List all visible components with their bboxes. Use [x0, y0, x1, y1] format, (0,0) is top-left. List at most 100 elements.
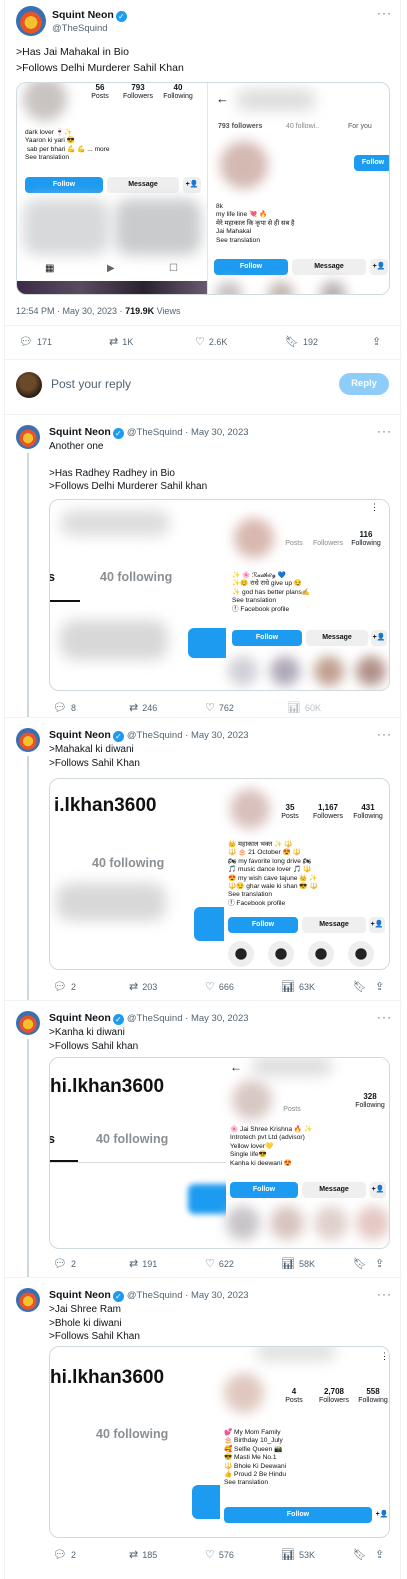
user-avatar[interactable] — [16, 372, 42, 398]
share-button[interactable]: ⇪ — [375, 1548, 384, 1561]
share-button[interactable]: ⇪ — [375, 1257, 384, 1270]
add-user-icon[interactable]: +👤 — [370, 259, 388, 275]
author-avatar[interactable] — [16, 1288, 40, 1312]
reply-input[interactable]: Post your reply — [51, 377, 131, 391]
reply-tweet[interactable]: Squint Neon ✓ @TheSquind · May 30, 2023 ·… — [5, 1001, 402, 1277]
story-highlight[interactable] — [268, 941, 294, 967]
like-button[interactable]: ♡ 666 — [205, 980, 234, 993]
tweet-date[interactable]: May 30, 2023 — [191, 730, 249, 741]
bookmark-button[interactable]: 🔖︎ 192 — [285, 335, 318, 348]
share-button[interactable]: ⇪ — [375, 980, 384, 993]
reply-tweet[interactable]: Squint Neon ✓ @TheSquind · May 30, 2023 ·… — [5, 1278, 402, 1579]
bookmark-button[interactable]: 🔖︎ — [353, 1548, 367, 1561]
author-name[interactable]: Squint Neon — [49, 729, 111, 741]
like-button[interactable]: ♡ 762 — [205, 701, 234, 714]
retweet-button[interactable]: ⇄ 191 — [129, 1257, 157, 1270]
tab-for-you[interactable]: For you — [348, 123, 372, 130]
reply-button[interactable]: 💬︎ 2 — [53, 1257, 76, 1270]
reply-button[interactable]: 💬︎ 8 — [53, 701, 76, 714]
author-avatar[interactable] — [16, 728, 40, 752]
retweet-button[interactable]: ⇄ 203 — [129, 980, 157, 993]
retweet-button[interactable]: ⇄ 185 — [129, 1548, 157, 1561]
author-handle[interactable]: @TheSquind — [127, 730, 183, 741]
back-arrow-icon[interactable]: ← — [230, 1060, 242, 1074]
author-avatar[interactable] — [16, 425, 40, 449]
author-name[interactable]: Squint Neon — [52, 9, 114, 21]
message-button[interactable]: Message — [302, 917, 366, 933]
reply-button[interactable]: Reply — [339, 373, 389, 395]
author-name[interactable]: Squint Neon — [49, 1012, 111, 1024]
retweet-button[interactable]: ⇄ 246 — [129, 701, 157, 714]
follow-button[interactable]: Follow — [25, 177, 103, 193]
profile-overlay[interactable]: ⋮ 4 Posts 2,708 Followers 558 Following 💕 M… — [220, 1347, 389, 1537]
author-name[interactable]: Squint Neon — [49, 1289, 111, 1301]
media-screenshot-right[interactable]: ← 793 followers 40 followi.. For you Fol… — [207, 83, 389, 294]
following-tab[interactable]: 40 following — [92, 856, 164, 870]
views-button[interactable]: 📊︎ 53K — [281, 1548, 315, 1561]
follow-button[interactable]: Follow — [214, 259, 288, 275]
following-tab[interactable]: 40 following — [100, 570, 172, 584]
author-handle[interactable]: @TheSquind — [127, 1013, 183, 1024]
more-icon[interactable]: ··· — [377, 424, 392, 438]
tweet-timestamp[interactable]: 12:54 PM · May 30, 2023 · — [16, 306, 125, 316]
add-user-icon[interactable]: +👤 — [369, 917, 385, 933]
reply-button[interactable]: 💬︎ 2 — [53, 980, 76, 993]
grid-icon[interactable]: ▦ — [45, 263, 54, 274]
tab-followers[interactable]: 793 followers — [218, 123, 262, 130]
reels-icon[interactable]: ▶ — [107, 263, 115, 274]
views-button[interactable]: 📊︎ 63K — [281, 980, 315, 993]
more-icon[interactable]: ··· — [377, 1010, 392, 1024]
tweet-date[interactable]: May 30, 2023 — [191, 1290, 249, 1301]
more-icon[interactable]: ··· — [377, 6, 392, 20]
media-screenshot-left[interactable]: 56 Posts 793 Followers 40 Following dark lo… — [17, 83, 207, 294]
tab-following[interactable]: 40 followi.. — [286, 123, 319, 130]
story-highlight[interactable] — [348, 941, 374, 967]
author-name[interactable]: Squint Neon — [49, 426, 111, 438]
reply-tweet[interactable]: Squint Neon ✓ @TheSquind · May 30, 2023 ·… — [5, 718, 402, 1000]
profile-overlay[interactable]: 35 Posts 1,167 Followers 431 Following 👑 मह… — [224, 779, 389, 969]
follow-button[interactable]: Follow — [224, 1507, 372, 1523]
author-handle[interactable]: @TheSquind — [52, 23, 108, 34]
author-avatar[interactable] — [16, 6, 46, 36]
following-tab[interactable]: 40 following — [96, 1132, 168, 1146]
follow-button[interactable]: Follow — [230, 1182, 298, 1198]
tweet-media[interactable]: hi.lkhan3600 40 following ⋮ 4 Posts 2,708… — [49, 1346, 390, 1538]
story-highlight[interactable] — [308, 941, 334, 967]
following-tab[interactable]: 40 following — [96, 1427, 168, 1441]
message-button[interactable]: Message — [306, 630, 368, 646]
message-button[interactable]: Message — [292, 259, 366, 275]
follow-button[interactable]: Follow — [232, 630, 302, 646]
message-button[interactable]: Message — [302, 1182, 366, 1198]
tweet-date[interactable]: May 30, 2023 — [191, 1013, 249, 1024]
reply-tweet[interactable]: Squint Neon ✓ @TheSquind · May 30, 2023 ·… — [5, 415, 402, 717]
more-vertical-icon[interactable]: ⋮ — [370, 502, 379, 513]
add-user-icon[interactable]: +👤 — [374, 1507, 389, 1523]
more-vertical-icon[interactable]: ⋮ — [380, 1351, 389, 1362]
author-handle[interactable]: @TheSquind — [127, 427, 183, 438]
retweet-button[interactable]: ⇄ 1K — [109, 335, 133, 348]
like-button[interactable]: ♡ 622 — [205, 1257, 234, 1270]
tweet-media[interactable]: s 40 following ⋮ 0Posts 0Followers 116Fo… — [49, 499, 390, 691]
message-button[interactable]: Message — [107, 177, 179, 193]
more-icon[interactable]: ··· — [377, 1287, 392, 1301]
follow-button[interactable]: Follow — [354, 155, 389, 171]
add-user-icon[interactable]: +👤 — [370, 1182, 386, 1198]
add-user-icon[interactable]: +👤 — [183, 177, 201, 193]
share-button[interactable]: ⇪ — [372, 335, 381, 348]
tagged-icon[interactable]: ☐ — [169, 263, 178, 274]
back-arrow-icon[interactable]: ← — [216, 91, 229, 106]
reply-button[interactable]: 💬︎ 2 — [53, 1548, 76, 1561]
like-button[interactable]: ♡ 576 — [205, 1548, 234, 1561]
add-user-icon[interactable]: +👤 — [371, 630, 387, 646]
profile-overlay[interactable]: ⋮ 0Posts 0Followers 116Following ✨ 🌸 ℛ𝒶𝒹… — [226, 500, 389, 690]
profile-overlay[interactable]: ← 0Posts 328Following 🌸 Jai Shree Krishn… — [226, 1058, 389, 1248]
views-button[interactable]: 📊︎ 60K — [287, 701, 321, 714]
author-name-row[interactable]: Squint Neon ✓ — [52, 9, 127, 22]
author-avatar[interactable] — [16, 1011, 40, 1035]
bookmark-button[interactable]: 🔖︎ — [353, 980, 367, 993]
reply-button[interactable]: 💬︎ 171 — [19, 335, 52, 348]
tweet-media[interactable]: 56 Posts 793 Followers 40 Following dark lo… — [16, 82, 390, 295]
more-icon[interactable]: ··· — [377, 727, 392, 741]
tweet-media[interactable]: i.lkhan3600 40 following 35 Posts 1,167 Fo… — [49, 778, 390, 970]
bookmark-button[interactable]: 🔖︎ — [353, 1257, 367, 1270]
